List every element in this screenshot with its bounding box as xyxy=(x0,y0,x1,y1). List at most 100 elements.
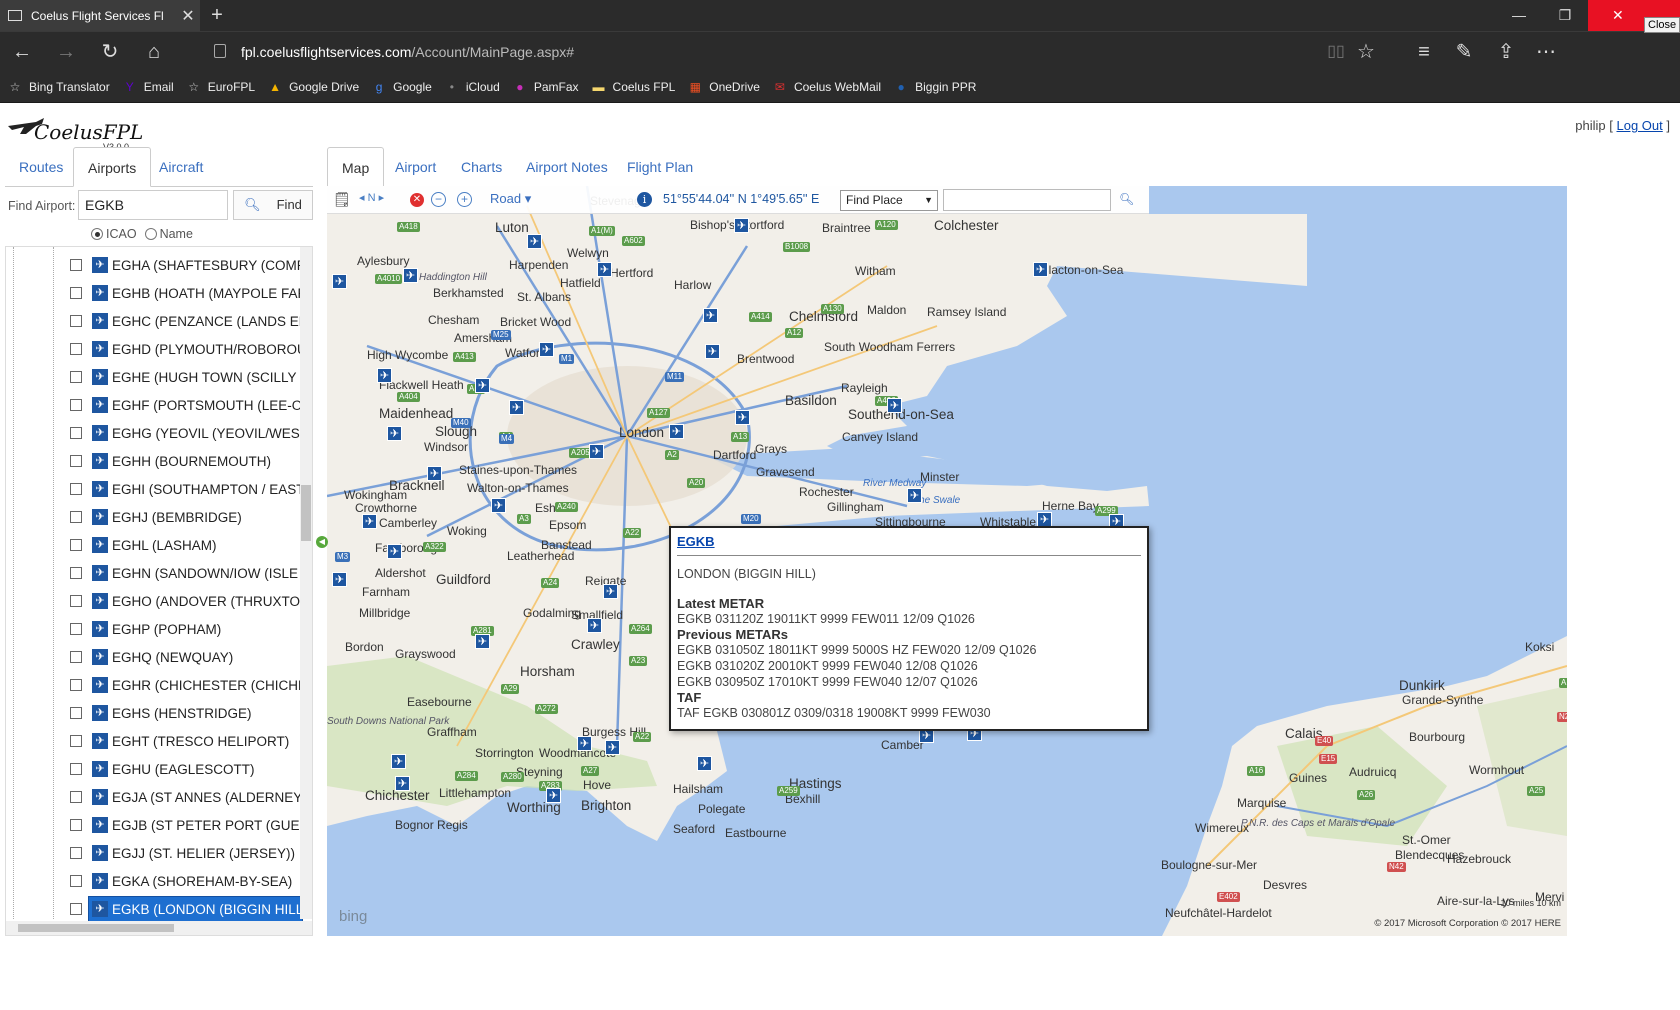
airport-checkbox[interactable] xyxy=(70,791,82,803)
airport-marker-icon[interactable]: ✈ xyxy=(491,498,506,513)
scroll-thumb[interactable] xyxy=(18,924,174,932)
airport-checkbox[interactable] xyxy=(70,539,82,551)
airport-tree-item[interactable]: ✈ EGKA (SHOREHAM-BY-SEA) xyxy=(6,867,302,895)
airport-marker-icon[interactable]: ✈ xyxy=(577,736,592,751)
airport-marker-icon[interactable]: ✈ xyxy=(475,634,490,649)
airport-label[interactable]: EGHI (SOUTHAMPTON / EASTLEI xyxy=(112,482,302,497)
airport-checkbox[interactable] xyxy=(70,651,82,663)
tab-airport[interactable]: Airport xyxy=(381,147,450,187)
back-icon[interactable]: ← xyxy=(8,39,36,65)
home-icon[interactable]: ⌂ xyxy=(140,39,168,65)
airport-marker-icon[interactable]: ✈ xyxy=(734,218,749,233)
airport-checkbox[interactable] xyxy=(70,399,82,411)
airport-tree-item[interactable]: ✈ EGHI (SOUTHAMPTON / EASTLEI xyxy=(6,475,302,503)
airport-tree-item[interactable]: ✈ EGJB (ST PETER PORT (GUERNS xyxy=(6,811,302,839)
scroll-thumb[interactable] xyxy=(301,485,311,541)
vertical-scrollbar[interactable] xyxy=(300,247,312,919)
refresh-icon[interactable]: ↻ xyxy=(96,39,124,65)
airport-marker-icon[interactable]: ✈ xyxy=(332,274,347,289)
airport-tree-item[interactable]: ✈ EGHG (YEOVIL (YEOVIL/WESTLA xyxy=(6,419,302,447)
airport-label[interactable]: EGJJ (ST. HELIER (JERSEY)) xyxy=(112,846,295,861)
airport-checkbox[interactable] xyxy=(70,595,82,607)
airport-checkbox[interactable] xyxy=(70,455,82,467)
airport-marker-icon[interactable]: ✈ xyxy=(395,776,410,791)
airport-label[interactable]: EGHC (PENZANCE (LANDS END) xyxy=(112,314,302,329)
airport-marker-icon[interactable]: ✈ xyxy=(527,234,542,249)
share-icon[interactable]: ⇪ xyxy=(1492,39,1520,65)
more-icon[interactable]: ⋯ xyxy=(1532,39,1560,65)
airport-marker-icon[interactable]: ✈ xyxy=(387,426,402,441)
new-tab-button[interactable]: + xyxy=(205,4,229,28)
reading-view-icon[interactable]: ▯▯ xyxy=(1322,39,1350,65)
airport-checkbox[interactable] xyxy=(70,259,82,271)
airport-tree-item[interactable]: ✈ EGHS (HENSTRIDGE) xyxy=(6,699,302,727)
clear-icon[interactable]: ✕ xyxy=(410,193,424,207)
airport-label[interactable]: EGHJ (BEMBRIDGE) xyxy=(112,510,242,525)
info-icon[interactable]: i xyxy=(637,192,652,207)
airport-marker-icon[interactable]: ✈ xyxy=(391,754,406,769)
popup-airport-code[interactable]: EGKB xyxy=(677,534,1141,549)
airport-checkbox[interactable] xyxy=(70,511,82,523)
airport-marker-icon[interactable]: ✈ xyxy=(887,398,902,413)
airport-marker-icon[interactable]: ✈ xyxy=(907,488,922,503)
airport-label[interactable]: EGHB (HOATH (MAYPOLE FARM) xyxy=(112,286,302,301)
airport-marker-icon[interactable]: ✈ xyxy=(603,584,618,599)
airport-tree-item[interactable]: ✈ EGHB (HOATH (MAYPOLE FARM) xyxy=(6,279,302,307)
airport-marker-icon[interactable]: ✈ xyxy=(362,514,377,529)
airport-label[interactable]: EGHO (ANDOVER (THRUXTON)) xyxy=(112,594,302,609)
airport-tree-item[interactable]: ✈ EGHJ (BEMBRIDGE) xyxy=(6,503,302,531)
airport-label[interactable]: EGHH (BOURNEMOUTH) xyxy=(112,454,271,469)
airport-label[interactable]: EGHU (EAGLESCOTT) xyxy=(112,762,255,777)
airport-checkbox[interactable] xyxy=(70,819,82,831)
airport-label[interactable]: EGHS (HENSTRIDGE) xyxy=(112,706,252,721)
airport-marker-icon[interactable]: ✈ xyxy=(546,788,561,803)
airport-label[interactable]: EGKA (SHOREHAM-BY-SEA) xyxy=(112,874,292,889)
airport-checkbox[interactable] xyxy=(70,875,82,887)
airport-tree-item[interactable]: ✈ EGHL (LASHAM) xyxy=(6,531,302,559)
tab-close-icon[interactable]: ✕ xyxy=(176,6,200,26)
favorite-coelus-fpl[interactable]: ▬ Coelus FPL xyxy=(592,80,676,94)
airport-tree-item[interactable]: ✈ EGHF (PORTSMOUTH (LEE-ON-S xyxy=(6,391,302,419)
airport-marker-icon[interactable]: ✈ xyxy=(697,756,712,771)
airport-tree-item[interactable]: ✈ EGHN (SANDOWN/IOW (ISLE OF xyxy=(6,559,302,587)
airport-label[interactable]: EGHE (HUGH TOWN (SCILLY ISLI xyxy=(112,370,302,385)
airport-marker-icon[interactable]: ✈ xyxy=(597,262,612,277)
airport-marker-icon[interactable]: ✈ xyxy=(475,378,490,393)
zoom-in-icon[interactable]: + xyxy=(457,192,472,207)
airport-checkbox[interactable] xyxy=(70,315,82,327)
airport-checkbox[interactable] xyxy=(70,567,82,579)
airport-label[interactable]: EGHD (PLYMOUTH/ROBOROUGH xyxy=(112,342,302,357)
airport-marker-icon[interactable]: ✈ xyxy=(539,342,554,357)
airport-tree-item[interactable]: ✈ EGHO (ANDOVER (THRUXTON)) xyxy=(6,587,302,615)
airport-label[interactable]: EGHR (CHICHESTER (CHICHEST xyxy=(112,678,302,693)
place-search-icon[interactable]: 🔍︎ xyxy=(1119,192,1134,206)
airport-marker-icon[interactable]: ✈ xyxy=(377,368,392,383)
airport-marker-icon[interactable]: ✈ xyxy=(427,466,442,481)
favorite-onedrive[interactable]: ▦ OneDrive xyxy=(688,80,760,94)
radio-name[interactable] xyxy=(144,228,157,240)
tab-routes[interactable]: Routes xyxy=(5,147,77,187)
horizontal-scrollbar[interactable] xyxy=(6,921,312,935)
restore-button[interactable]: ❐ xyxy=(1542,0,1588,31)
web-note-icon[interactable]: ✎ xyxy=(1450,39,1478,65)
browser-tab[interactable]: Coelus Flight Services Fl ✕ xyxy=(0,0,200,31)
airport-checkbox[interactable] xyxy=(70,679,82,691)
airport-checkbox[interactable] xyxy=(70,735,82,747)
airport-label[interactable]: EGHL (LASHAM) xyxy=(112,538,217,553)
tab-aircraft[interactable]: Aircraft xyxy=(145,147,217,187)
favorite-icloud[interactable]: • iCloud xyxy=(445,80,500,94)
favorite-eurofpl[interactable]: ☆ EuroFPL xyxy=(187,80,255,94)
logout-link[interactable]: Log Out xyxy=(1617,118,1663,133)
airport-tree-item[interactable]: ✈ EGHT (TRESCO HELIPORT) xyxy=(6,727,302,755)
airport-marker-icon[interactable]: ✈ xyxy=(403,268,418,283)
airport-marker-icon[interactable]: ✈ xyxy=(1033,262,1048,277)
airport-label[interactable]: EGJB (ST PETER PORT (GUERNS xyxy=(112,818,302,833)
airport-marker-icon[interactable]: ✈ xyxy=(509,400,524,415)
favorite-bing-translator[interactable]: ☆ Bing Translator xyxy=(8,80,110,94)
airport-marker-icon[interactable]: ✈ xyxy=(587,618,602,633)
favorite-email[interactable]: Y Email xyxy=(123,80,174,94)
airport-marker-icon[interactable]: ✈ xyxy=(605,740,620,755)
airport-tree-item[interactable]: ✈ EGHE (HUGH TOWN (SCILLY ISLI xyxy=(6,363,302,391)
collapse-arrow-icon[interactable]: ◀ xyxy=(316,536,328,548)
find-button[interactable]: 🔍︎ Find xyxy=(233,190,313,220)
